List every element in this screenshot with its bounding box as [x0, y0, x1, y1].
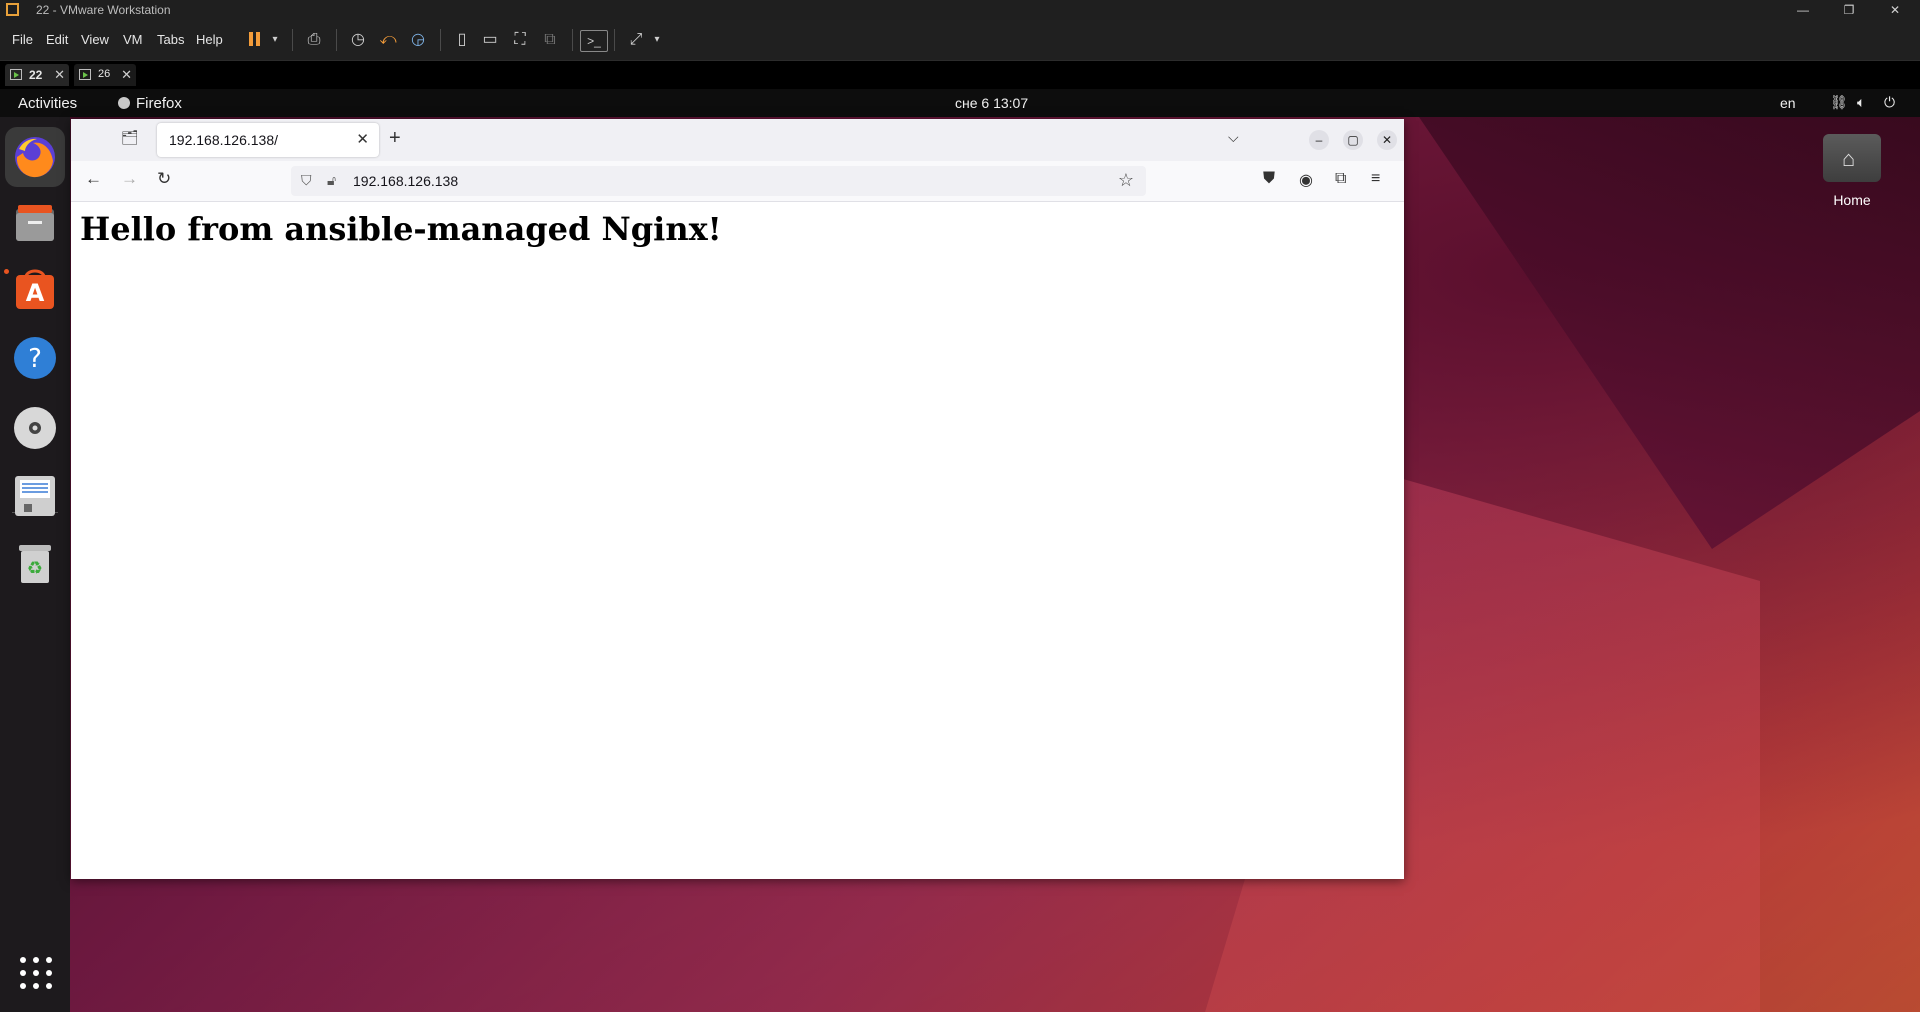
close-tab-icon[interactable]: ✕ — [356, 130, 369, 148]
snapshot-icon[interactable]: ◷ — [346, 30, 370, 50]
svg-text:?: ? — [28, 344, 42, 374]
close-window-button[interactable]: ✕ — [1872, 0, 1918, 20]
unity-icon[interactable]: ⧉ — [538, 30, 562, 50]
maximize-button[interactable]: ▢ — [1343, 130, 1363, 150]
address-bar[interactable]: ⛉ 🔓︎ 192.168.126.138 ☆ — [291, 166, 1146, 196]
extensions-icon[interactable]: ⧉ — [1335, 170, 1346, 188]
stretch-dropdown-chevron-icon[interactable]: ▾ — [650, 30, 664, 50]
insecure-lock-icon[interactable]: 🔓︎ — [327, 172, 336, 189]
help-icon: ? — [14, 337, 56, 379]
files-icon — [16, 205, 54, 241]
home-folder-label[interactable]: Home — [1800, 192, 1904, 208]
vmware-title-bar: 22 - VMware Workstation — ❐ ✕ — [0, 0, 1920, 20]
power-dropdown-chevron-icon[interactable]: ▾ — [268, 30, 282, 50]
gnome-top-bar: Activities Firefox сне 6 13:07 en ⛓ 🔈︎ ⏻ — [0, 89, 1920, 117]
trash-icon: ♻ — [19, 545, 51, 583]
browser-tab[interactable]: 192.168.126.138/ ✕ — [157, 123, 379, 157]
vmware-logo-icon — [6, 3, 19, 16]
tab-title: 192.168.126.138/ — [169, 132, 278, 148]
show-library-icon[interactable]: ▯ — [450, 30, 474, 50]
close-tab-icon[interactable]: ✕ — [121, 67, 132, 83]
app-menu-label: Firefox — [136, 95, 182, 112]
clock[interactable]: сне 6 13:07 — [955, 95, 1028, 111]
power-icon[interactable]: ⏻ — [1884, 94, 1895, 111]
snapshot-manager-icon[interactable]: ◶ — [406, 30, 430, 50]
dock-app-center[interactable]: A — [12, 267, 58, 313]
dock-firefox[interactable] — [5, 127, 65, 187]
save-icon — [15, 476, 55, 516]
ubuntu-dock: A ? ♻ — [0, 117, 70, 1012]
app-menu[interactable]: Firefox — [118, 95, 182, 112]
firefox-small-icon — [118, 97, 130, 109]
house-icon: ⌂ — [1842, 146, 1856, 171]
network-icon[interactable]: ⛓ — [1830, 94, 1848, 111]
menu-help[interactable]: Help — [196, 32, 223, 47]
dock-trash[interactable]: ♻ — [12, 539, 58, 585]
firefox-view-icon[interactable]: 🗂︎ — [121, 129, 139, 147]
firefox-tab-strip: 🗂︎ 192.168.126.138/ ✕ + ⌵ – ▢ ✕ — [71, 119, 1404, 161]
stretch-guest-icon[interactable]: ⤢ — [624, 30, 648, 50]
home-folder-icon[interactable]: ⌂ — [1823, 128, 1881, 182]
app-menu-hamburger-icon[interactable]: ≡ — [1371, 170, 1380, 188]
pocket-icon[interactable]: ⛊ — [1263, 170, 1275, 188]
revert-snapshot-icon[interactable]: ⤺ — [376, 30, 400, 50]
running-indicator — [4, 269, 9, 274]
firefox-navigation-bar: ← → ↻ ⛉ 🔓︎ 192.168.126.138 ☆ ⛊ ◉ ⧉ ≡ — [71, 161, 1404, 202]
activities-button[interactable]: Activities — [18, 95, 77, 112]
menu-edit[interactable]: Edit — [46, 32, 68, 47]
minimize-window-button[interactable]: — — [1780, 0, 1826, 20]
page-content: Hello from ansible-managed Nginx! — [71, 202, 1404, 879]
dock-dvd[interactable] — [12, 405, 58, 451]
restore-window-button[interactable]: ❐ — [1826, 0, 1872, 20]
full-screen-icon[interactable]: ⛶ — [508, 30, 532, 50]
close-button[interactable]: ✕ — [1377, 130, 1397, 150]
close-tab-icon[interactable]: ✕ — [54, 67, 65, 83]
vm-tab-22[interactable]: 22 ✕ — [5, 64, 69, 86]
vm-tab-label: 26 — [98, 68, 111, 80]
volume-icon[interactable]: 🔈︎ — [1857, 94, 1865, 111]
reload-icon[interactable]: ↻ — [157, 169, 171, 189]
svg-text:♻: ♻ — [27, 558, 43, 579]
send-ctrl-alt-del-icon[interactable]: ⎙ — [302, 30, 326, 50]
vm-tab-label: 22 — [29, 68, 43, 82]
back-arrow-icon[interactable]: ← — [85, 169, 102, 189]
vmware-vm-tabs: 22 ✕ 26 ✕ — [0, 61, 1920, 89]
pause-icon[interactable] — [246, 30, 264, 50]
vmware-window-title: 22 - VMware Workstation — [36, 3, 171, 17]
dock-save[interactable] — [12, 472, 58, 518]
minimize-button[interactable]: – — [1309, 130, 1329, 150]
bookmark-star-icon[interactable]: ☆ — [1118, 170, 1134, 191]
dock-help[interactable]: ? — [12, 335, 58, 381]
dvd-icon — [14, 407, 56, 449]
url-text[interactable]: 192.168.126.138 — [353, 173, 458, 189]
app-center-icon: A — [16, 269, 54, 309]
vmware-menubar: File Edit View VM Tabs Help ▾ ⎙ ◷ ⤺ ◶ ▯ … — [0, 20, 1920, 61]
menu-view[interactable]: View — [81, 32, 109, 47]
show-apps-grid-icon[interactable] — [20, 957, 52, 989]
svg-text:A: A — [26, 279, 45, 307]
menu-vm[interactable]: VM — [123, 32, 143, 47]
new-tab-button[interactable]: + — [389, 127, 401, 150]
page-heading: Hello from ansible-managed Nginx! — [80, 210, 722, 248]
vm-running-icon — [79, 69, 91, 80]
menu-file[interactable]: File — [12, 32, 33, 47]
keyboard-layout-indicator[interactable]: en — [1780, 95, 1796, 111]
list-all-tabs-chevron-icon[interactable]: ⌵ — [1228, 129, 1239, 146]
dock-files[interactable] — [12, 199, 58, 245]
firefox-icon — [15, 137, 55, 178]
vm-tab-26[interactable]: 26 ✕ — [74, 64, 136, 86]
menu-tabs[interactable]: Tabs — [157, 32, 184, 47]
forward-arrow-icon[interactable]: → — [121, 169, 138, 189]
tracking-protection-shield-icon[interactable]: ⛉ — [301, 172, 312, 189]
console-view-icon[interactable]: >_ — [580, 30, 608, 52]
firefox-window: 🗂︎ 192.168.126.138/ ✕ + ⌵ – ▢ ✕ ← → ↻ ⛉ … — [71, 119, 1404, 879]
account-icon[interactable]: ◉ — [1299, 170, 1313, 190]
vm-running-icon — [10, 69, 22, 80]
thumbnail-bar-icon[interactable]: ▭ — [478, 30, 502, 50]
